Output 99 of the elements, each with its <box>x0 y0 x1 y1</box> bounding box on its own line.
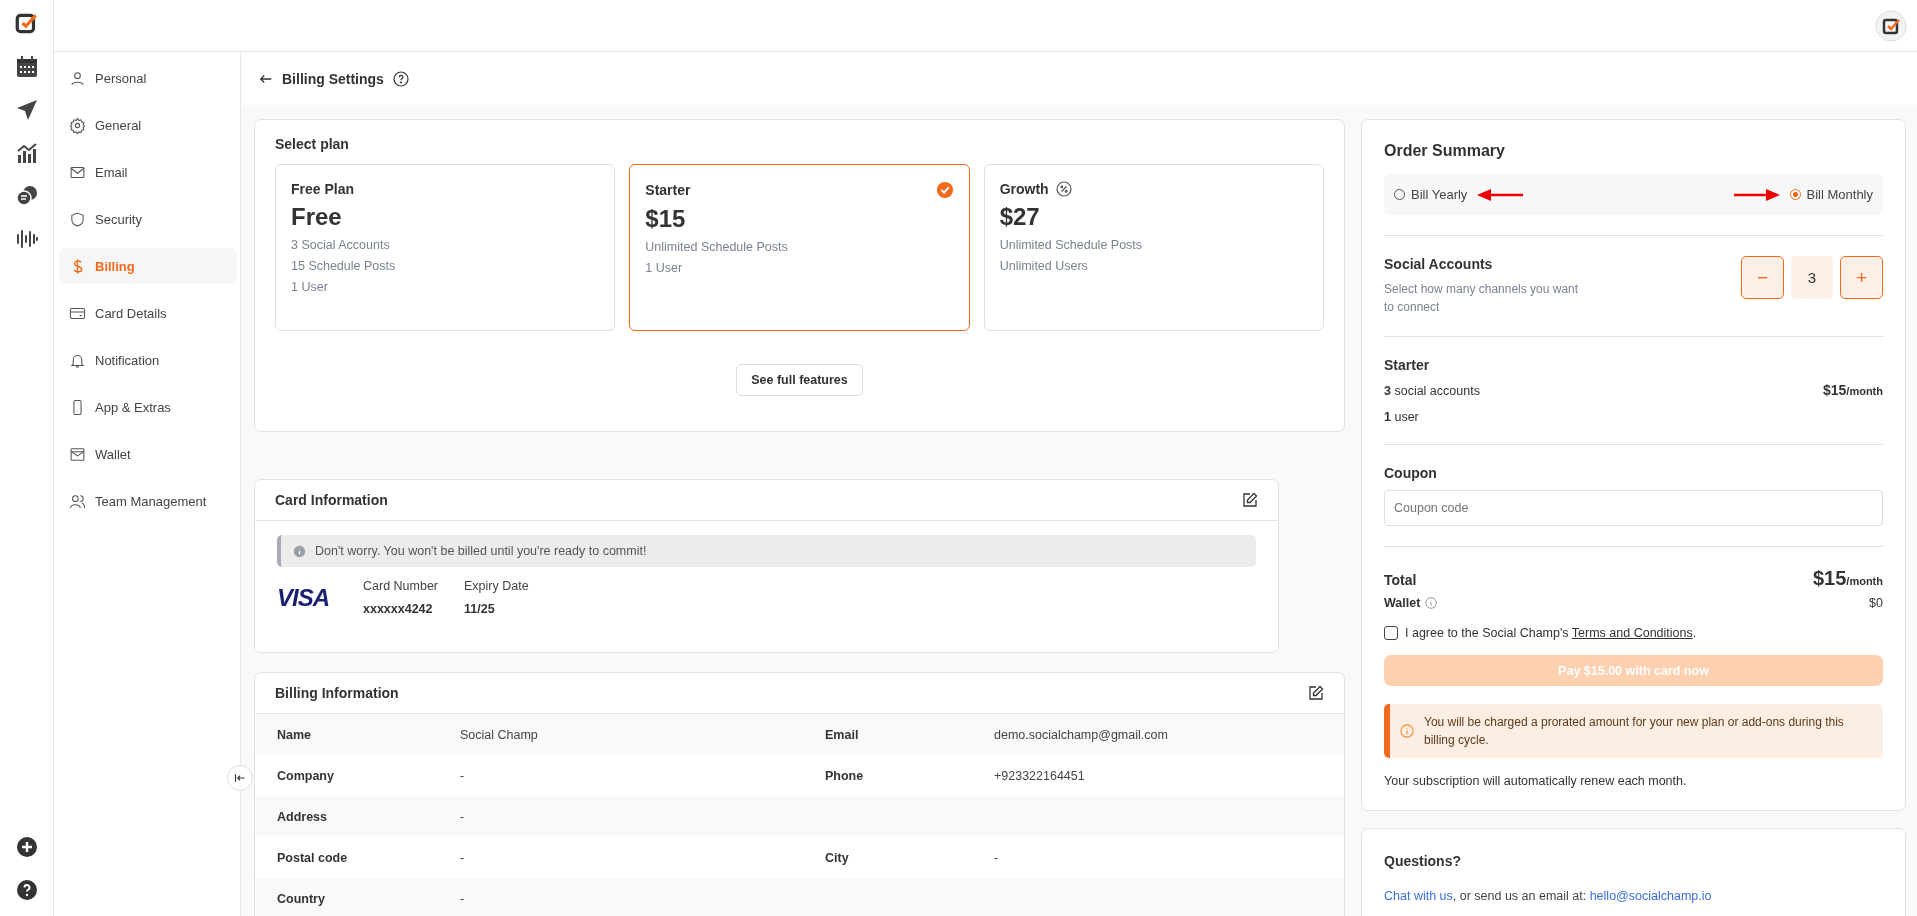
section-title: Card Information <box>275 492 388 508</box>
plan-name: Growth <box>999 181 1049 197</box>
plan-detail: 3 social accounts <box>1384 384 1480 398</box>
wallet-value: $0 <box>1869 596 1883 610</box>
plan-name: Starter <box>645 182 691 198</box>
contact-text: Chat with us, or send us an email at: hello@socialchamp.io <box>1384 889 1713 903</box>
section-title: Select plan <box>275 136 350 152</box>
field-label: Expiry Date <box>464 579 529 593</box>
field-value: - <box>460 850 466 865</box>
section-title: Social Accounts <box>1384 256 1494 272</box>
coupon-field[interactable]: Coupon code <box>1384 490 1883 526</box>
section-title: Questions? <box>1384 853 1462 869</box>
email-link[interactable]: hello@socialchamp.io <box>1589 889 1712 903</box>
add-icon[interactable] <box>14 835 39 859</box>
field-value: - <box>994 850 1000 865</box>
waveform-icon[interactable] <box>14 227 39 251</box>
plan-price: Free <box>291 203 343 231</box>
field-value: 11/25 <box>464 602 496 616</box>
plan-name: Starter <box>1384 357 1431 373</box>
sidebar-item[interactable]: App & Extras <box>59 389 237 425</box>
field-value: +923322164451 <box>994 768 1086 783</box>
see-features-button[interactable]: See full features <box>736 364 863 396</box>
sidebar-item[interactable]: Security <box>59 201 237 237</box>
sidebar-item[interactable]: Personal <box>59 60 237 96</box>
collapse-button[interactable] <box>227 765 253 791</box>
description-text: Select how many channels you want to connect <box>1384 281 1580 316</box>
field-label: City <box>825 850 850 865</box>
plan-feature: Unlimited Users <box>999 258 1089 275</box>
plan-feature: Unlimited Schedule Posts <box>645 239 789 256</box>
section-title: Order Summary <box>1384 142 1506 160</box>
field-value: xxxxxx4242 <box>363 602 434 616</box>
wallet-label: Wallet <box>1384 596 1421 610</box>
field-label: Email <box>825 727 860 742</box>
chat-icon[interactable] <box>14 184 39 208</box>
agree-checkbox[interactable] <box>1384 626 1398 640</box>
sidebar-item[interactable]: Email <box>59 154 237 190</box>
help-icon[interactable] <box>14 878 39 902</box>
plan-feature: Unlimited Schedule Posts <box>999 237 1144 254</box>
renewal-text: Your subscription will automatically renew each month. <box>1384 774 1688 788</box>
plan-price: $15 <box>645 205 687 233</box>
plan-name: Free Plan <box>291 181 355 197</box>
card-brand-logo: VISA <box>277 583 330 612</box>
field-value: - <box>460 768 466 783</box>
collapse-icon <box>234 772 246 784</box>
sidebar-item[interactable]: Card Details <box>59 295 237 331</box>
plan-feature: 3 Social Accounts <box>291 237 391 254</box>
check-icon <box>935 181 954 199</box>
sidebar-item[interactable]: Team Management <box>59 483 237 519</box>
plan-detail: 1 user <box>1384 410 1420 424</box>
people-icon <box>69 492 86 510</box>
pointer-arrow <box>1477 188 1524 201</box>
field-value: - <box>460 809 466 824</box>
total-price: $15/month <box>1812 567 1883 590</box>
plan-card[interactable]: Free Plan Free 3 Social Accounts 15 Schedule Posts 1 User <box>275 164 616 331</box>
help-icon[interactable] <box>392 70 409 87</box>
gear-icon <box>69 116 86 134</box>
field-label: Postal code <box>277 850 349 865</box>
shield-icon <box>69 210 86 228</box>
calendar-icon[interactable] <box>14 55 39 79</box>
field-label: Country <box>277 891 326 906</box>
field-value: - <box>460 891 466 906</box>
plan-feature: 1 User <box>645 260 684 277</box>
account-logo[interactable] <box>1875 9 1907 42</box>
notice-text: Don't worry. You won't be billed until you're ready to commit! <box>315 544 647 558</box>
chat-link[interactable]: Chat with us <box>1384 889 1453 903</box>
wallet-icon <box>69 445 86 463</box>
info-icon <box>1400 724 1414 738</box>
plan-price: $15/month <box>1822 382 1883 398</box>
total-label: Total <box>1384 572 1417 588</box>
section-title: Billing Information <box>275 685 399 701</box>
terms-link[interactable]: Terms and Conditions <box>1571 626 1693 640</box>
field-label: Card Number <box>363 579 439 593</box>
field-value: Social Champ <box>460 727 539 742</box>
sidebar-item[interactable]: Wallet <box>59 436 237 472</box>
count-value: 3 <box>1791 256 1833 299</box>
field-label: Name <box>277 727 313 742</box>
field-label: Company <box>277 768 335 783</box>
page-title: Billing Settings <box>282 70 384 87</box>
agree-text: I agree to the Social Champ's Terms and Conditions. <box>1405 626 1697 640</box>
sidebar-item[interactable]: Notification <box>59 342 237 378</box>
plan-card[interactable]: Growth $27 Unlimited Schedule Posts Unlimited Users <box>983 164 1324 331</box>
info-icon <box>293 544 306 558</box>
plan-feature: 15 Schedule Posts <box>291 258 397 275</box>
field-label: Address <box>277 809 329 824</box>
plan-card[interactable]: Starter $15 Unlimited Schedule Posts 1 User <box>629 164 970 331</box>
edit-icon[interactable] <box>1308 685 1324 701</box>
sidebar-item[interactable]: General <box>59 107 237 143</box>
field-label: Phone <box>825 768 865 783</box>
field-value: demo.socialchamp@gmail.com <box>994 727 1169 742</box>
section-title: Coupon <box>1384 465 1438 481</box>
billing-radio[interactable]: Bill Yearly <box>1394 187 1468 202</box>
person-icon <box>69 69 86 87</box>
plan-price: $27 <box>999 203 1041 231</box>
edit-icon[interactable] <box>1242 492 1258 508</box>
info-icon[interactable] <box>1425 597 1438 609</box>
alert-text: You will be charged a prorated amount for your new plan or add-ons during this billing cycle. <box>1424 714 1845 749</box>
plan-feature: 1 User <box>291 279 329 296</box>
billing-radio[interactable]: Bill Monthly <box>1789 187 1873 202</box>
pointer-arrow <box>1733 188 1780 201</box>
